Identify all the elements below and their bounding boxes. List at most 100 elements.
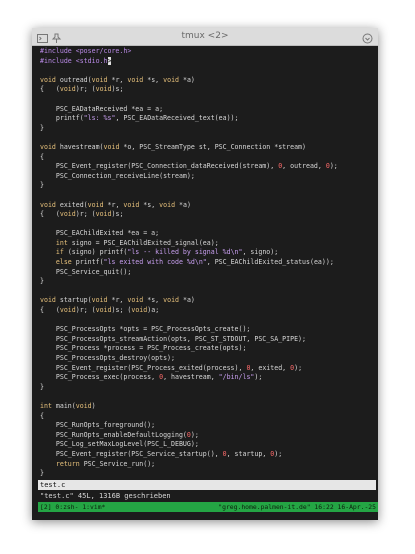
code-token: PSC_Process *process = PSC_Process_creat…: [40, 344, 247, 353]
code-line[interactable]: }: [40, 383, 376, 393]
code-token: void: [59, 210, 76, 219]
vim-filename-bar: test.c: [38, 480, 376, 490]
code-token: { (: [40, 306, 60, 315]
code-token: *r,: [111, 75, 128, 84]
code-line[interactable]: }: [40, 181, 376, 191]
code-token: void: [163, 296, 183, 305]
code-line[interactable]: else printf("ls exited with code %d\n", …: [40, 258, 376, 268]
code-line[interactable]: { (void)r; (void)s;: [40, 85, 376, 95]
code-token: }: [40, 181, 44, 190]
code-token: , exited,: [250, 363, 291, 372]
tmux-status-bar[interactable]: [2] 0:zsh- 1:vim* "greg.home.palmen-it.d…: [38, 502, 378, 512]
code-token: void: [103, 142, 124, 151]
code-line[interactable]: void startup(void *r, void *s, void *a): [40, 296, 376, 306]
code-line[interactable]: #include <poser/core.h>: [40, 47, 376, 57]
code-line[interactable]: PSC_Service_quit();: [40, 268, 376, 278]
code-token: else: [55, 258, 76, 267]
code-line[interactable]: PSC_RunOpts_foreground();: [40, 421, 376, 431]
code-token: void: [91, 75, 112, 84]
code-token: }: [40, 277, 44, 286]
code-line[interactable]: PSC_EAChildExited *ea = a;: [40, 229, 376, 239]
code-line[interactable]: PSC_RunOpts_enableDefaultLogging(0);: [40, 431, 376, 441]
code-token: {: [40, 152, 44, 161]
code-line[interactable]: PSC_ProcessOpts_destroy(opts);: [40, 354, 376, 364]
code-token: void: [40, 142, 60, 151]
code-line[interactable]: PSC_ProcessOpts *opts = PSC_ProcessOpts_…: [40, 325, 376, 335]
code-token: }: [40, 382, 44, 391]
code-token: void: [127, 296, 148, 305]
code-line[interactable]: PSC_Process *process = PSC_Process_creat…: [40, 344, 376, 354]
code-line[interactable]: [40, 287, 376, 297]
code-token: )r; (: [75, 306, 96, 315]
code-line[interactable]: [40, 66, 376, 76]
code-token: int: [40, 401, 56, 410]
code-line[interactable]: printf("ls: %s", PSC_EADataReceived_text…: [40, 114, 376, 124]
code-token: )a;: [147, 306, 160, 315]
code-line[interactable]: [40, 191, 376, 201]
code-line[interactable]: [40, 392, 376, 402]
code-editor[interactable]: #include <poser/core.h> #include <stdio.h…: [40, 47, 376, 479]
code-token: )s; (: [111, 306, 132, 315]
code-line[interactable]: }: [40, 124, 376, 134]
code-token: PSC_ProcessOpts *opts = PSC_ProcessOpts_…: [40, 325, 251, 334]
code-token: *s,: [147, 75, 164, 84]
code-line[interactable]: { (void)r; (void)s;: [40, 210, 376, 220]
code-token: , PSC_EADataReceived_text(ea));: [115, 114, 239, 123]
terminal-window: tmux <2> #include <poser/core.h> #include…: [32, 28, 378, 520]
code-line[interactable]: PSC_Process_exec(process, 0, havestream,…: [40, 373, 376, 383]
code-line[interactable]: PSC_Connection_receiveLine(stream);: [40, 172, 376, 182]
code-line[interactable]: int main(void): [40, 402, 376, 412]
title-bar[interactable]: tmux <2>: [32, 28, 378, 46]
code-token: #include <poser/core.h>: [40, 47, 132, 55]
code-token: printf(: [40, 114, 84, 123]
window-controls-icon[interactable]: [362, 31, 373, 44]
code-token: void: [91, 296, 112, 305]
code-token: startup(: [59, 296, 92, 305]
code-token: { (: [40, 210, 60, 219]
code-token: outread(: [59, 75, 92, 84]
code-line[interactable]: void outread(void *r, void *s, void *a): [40, 76, 376, 86]
code-line[interactable]: PSC_Log_setMaxLogLevel(PSC_L_DEBUG);: [40, 440, 376, 450]
code-line[interactable]: }: [40, 277, 376, 287]
tmux-window-list[interactable]: [2] 0:zsh- 1:vim*: [40, 502, 105, 512]
code-line[interactable]: [40, 95, 376, 105]
code-line[interactable]: [40, 316, 376, 326]
code-token: )r; (: [75, 210, 96, 219]
code-token: void: [127, 75, 148, 84]
code-token: PSC_ProcessOpts_streamAction(opts, PSC_S…: [40, 334, 306, 343]
code-line[interactable]: PSC_EADataReceived *ea = a;: [40, 105, 376, 115]
code-token: , havestream,: [163, 373, 219, 382]
code-line[interactable]: PSC_Event_register(PSC_Process_exited(pr…: [40, 364, 376, 374]
code-token: PSC_RunOpts_foreground();: [40, 421, 156, 430]
code-token: { (: [40, 85, 60, 94]
code-token: PSC_Event_register(PSC_Service_startup()…: [40, 449, 223, 458]
code-token: PSC_Service_quit();: [40, 267, 132, 276]
code-line[interactable]: PSC_ProcessOpts_streamAction(opts, PSC_S…: [40, 335, 376, 345]
code-token: *a): [179, 200, 191, 209]
code-line[interactable]: #include <stdio.h>: [40, 56, 376, 67]
code-token: void: [40, 75, 60, 84]
code-line[interactable]: }: [40, 469, 376, 479]
code-token: , PSC_EAChildExited_status(ea));: [206, 258, 334, 267]
code-token: void: [95, 210, 112, 219]
code-line[interactable]: PSC_Event_register(PSC_Connection_dataRe…: [40, 162, 376, 172]
code-token: #include <stdio.h: [40, 56, 108, 65]
code-token: *s,: [143, 200, 160, 209]
code-line[interactable]: void havestream(void *o, PSC_StreamType …: [40, 143, 376, 153]
code-line[interactable]: [40, 133, 376, 143]
code-line[interactable]: [40, 220, 376, 230]
code-line[interactable]: PSC_Event_register(PSC_Service_startup()…: [40, 450, 376, 460]
code-token: return: [55, 459, 84, 468]
code-line[interactable]: { (void)r; (void)s; (void)a;: [40, 306, 376, 316]
code-token: "ls -- killed by signal %d\n": [127, 248, 243, 257]
code-line[interactable]: {: [40, 412, 376, 422]
code-line[interactable]: {: [40, 153, 376, 163]
code-line[interactable]: if (signo) printf("ls -- killed by signa…: [40, 248, 376, 258]
code-line[interactable]: int signo = PSC_EAChildExited_signal(ea)…: [40, 239, 376, 249]
code-line[interactable]: void exited(void *r, void *s, void *a): [40, 201, 376, 211]
code-token: {: [40, 411, 44, 420]
code-line[interactable]: return PSC_Service_run();: [40, 460, 376, 470]
